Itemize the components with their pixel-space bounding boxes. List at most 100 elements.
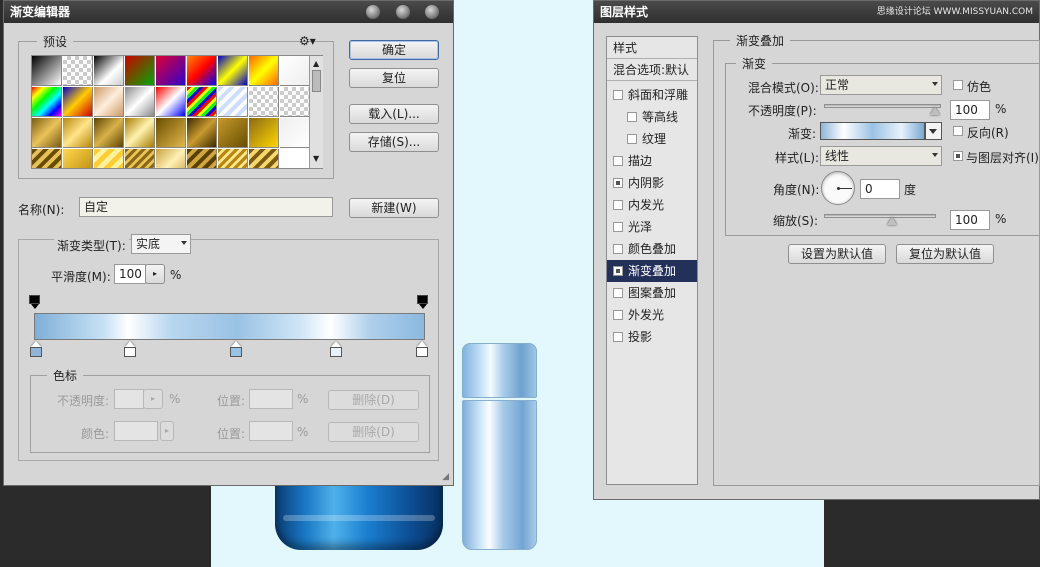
preset-swatch[interactable]: [249, 149, 279, 168]
preset-swatch[interactable]: [32, 149, 62, 168]
style-item-checkbox[interactable]: [613, 90, 623, 100]
style-item[interactable]: 斜面和浮雕: [607, 84, 697, 106]
preset-swatch[interactable]: [218, 56, 248, 86]
preset-swatch[interactable]: [156, 149, 186, 168]
preset-swatch[interactable]: [125, 56, 155, 86]
preset-swatch[interactable]: [218, 118, 248, 148]
style-item[interactable]: 等高线: [607, 106, 697, 128]
preset-swatch[interactable]: [249, 87, 279, 117]
new-button[interactable]: 新建(W): [349, 198, 439, 218]
gradient-type-select[interactable]: 实底: [131, 234, 191, 254]
color-stop[interactable]: [30, 341, 42, 357]
color-stop[interactable]: [124, 341, 136, 357]
opacity-input[interactable]: 100: [950, 100, 990, 120]
preset-swatch[interactable]: [125, 87, 155, 117]
style-item[interactable]: 纹理: [607, 128, 697, 150]
preset-swatch[interactable]: [63, 118, 93, 148]
align-with-layer-checkbox[interactable]: [953, 151, 963, 161]
reset-button[interactable]: 复位: [349, 68, 439, 88]
style-list-header[interactable]: 样式: [607, 37, 697, 59]
preset-swatch[interactable]: [280, 56, 310, 86]
preset-swatch[interactable]: [280, 149, 310, 168]
style-item-checkbox[interactable]: [613, 222, 623, 232]
scale-slider[interactable]: [824, 214, 936, 218]
opacity-stop-left[interactable]: [29, 295, 40, 309]
style-item-checkbox[interactable]: [613, 178, 623, 188]
reverse-checkbox[interactable]: [953, 126, 963, 136]
preset-swatch[interactable]: [63, 149, 93, 168]
preset-swatch[interactable]: [32, 118, 62, 148]
preset-swatch[interactable]: [156, 87, 186, 117]
stop-opacity-input[interactable]: [114, 389, 144, 409]
style-item[interactable]: 内阴影: [607, 172, 697, 194]
delete-opacity-stop-button[interactable]: 删除(D): [328, 390, 419, 410]
preset-swatch[interactable]: [218, 87, 248, 117]
style-item-checkbox[interactable]: [613, 310, 623, 320]
preset-swatch[interactable]: [32, 56, 62, 86]
style-select[interactable]: 线性: [820, 146, 942, 166]
style-item-checkbox[interactable]: [613, 244, 623, 254]
style-item[interactable]: 投影: [607, 326, 697, 348]
gradient-preview-bar[interactable]: [34, 313, 425, 340]
color-stop[interactable]: [416, 341, 428, 357]
load-button[interactable]: 载入(L)...: [349, 104, 439, 124]
opacity-slider-knob[interactable]: [930, 107, 940, 115]
minimize-icon[interactable]: [366, 5, 380, 19]
preset-swatch[interactable]: [125, 149, 155, 168]
gradient-dropdown-button[interactable]: [925, 122, 942, 140]
preset-swatch[interactable]: [63, 87, 93, 117]
opacity-stop-right[interactable]: [417, 295, 428, 309]
set-default-button[interactable]: 设置为默认值: [788, 244, 886, 264]
style-item[interactable]: 渐变叠加: [607, 260, 697, 282]
reset-default-button[interactable]: 复位为默认值: [896, 244, 994, 264]
blend-options-item[interactable]: 混合选项:默认: [607, 59, 697, 81]
preset-swatch[interactable]: [187, 87, 217, 117]
style-item[interactable]: 光泽: [607, 216, 697, 238]
save-button[interactable]: 存储(S)...: [349, 132, 439, 152]
style-item[interactable]: 颜色叠加: [607, 238, 697, 260]
dither-checkbox[interactable]: [953, 80, 963, 90]
presets-scrollbar[interactable]: ▲ ▼: [309, 56, 323, 168]
scale-input[interactable]: 100: [950, 210, 990, 230]
preset-swatch[interactable]: [218, 149, 248, 168]
style-item[interactable]: 描边: [607, 150, 697, 172]
preset-swatch[interactable]: [32, 87, 62, 117]
smoothness-stepper-button[interactable]: ▸: [145, 264, 165, 284]
stop-opacity-stepper[interactable]: ▸: [143, 389, 163, 409]
ok-button[interactable]: 确定: [349, 40, 439, 60]
preset-swatch[interactable]: [156, 118, 186, 148]
scroll-up-icon[interactable]: ▲: [313, 59, 319, 68]
preset-swatch[interactable]: [125, 118, 155, 148]
preset-swatch[interactable]: [156, 56, 186, 86]
close-icon[interactable]: [425, 5, 439, 19]
preset-swatch[interactable]: [280, 87, 310, 117]
style-item-checkbox[interactable]: [613, 332, 623, 342]
preset-swatch[interactable]: [249, 118, 279, 148]
presets-scroll-thumb[interactable]: [312, 70, 321, 92]
resize-grip-icon[interactable]: ◢: [442, 472, 449, 482]
angle-dial[interactable]: [821, 171, 855, 205]
style-item[interactable]: 图案叠加: [607, 282, 697, 304]
preset-swatch[interactable]: [187, 149, 217, 168]
style-item-checkbox[interactable]: [627, 134, 637, 144]
preset-swatch[interactable]: [187, 56, 217, 86]
name-input[interactable]: 自定: [79, 197, 333, 217]
preset-swatch[interactable]: [187, 118, 217, 148]
preset-swatch[interactable]: [94, 118, 124, 148]
style-item-checkbox[interactable]: [613, 288, 623, 298]
style-item[interactable]: 内发光: [607, 194, 697, 216]
color-stop[interactable]: [230, 341, 242, 357]
scale-slider-knob[interactable]: [887, 217, 897, 225]
presets-gear-icon[interactable]: ⚙▾: [299, 34, 316, 48]
delete-color-stop-button[interactable]: 删除(D): [328, 422, 419, 442]
style-item[interactable]: 外发光: [607, 304, 697, 326]
style-item-checkbox[interactable]: [627, 112, 637, 122]
stop-color-picker-button[interactable]: ▸: [160, 421, 174, 441]
preset-swatch[interactable]: [94, 149, 124, 168]
preset-swatch[interactable]: [94, 56, 124, 86]
opacity-slider[interactable]: [824, 104, 941, 108]
stop-opacity-position-input[interactable]: [249, 389, 293, 409]
maximize-icon[interactable]: [396, 5, 410, 19]
color-stop[interactable]: [330, 341, 342, 357]
stop-color-swatch[interactable]: [114, 421, 158, 441]
